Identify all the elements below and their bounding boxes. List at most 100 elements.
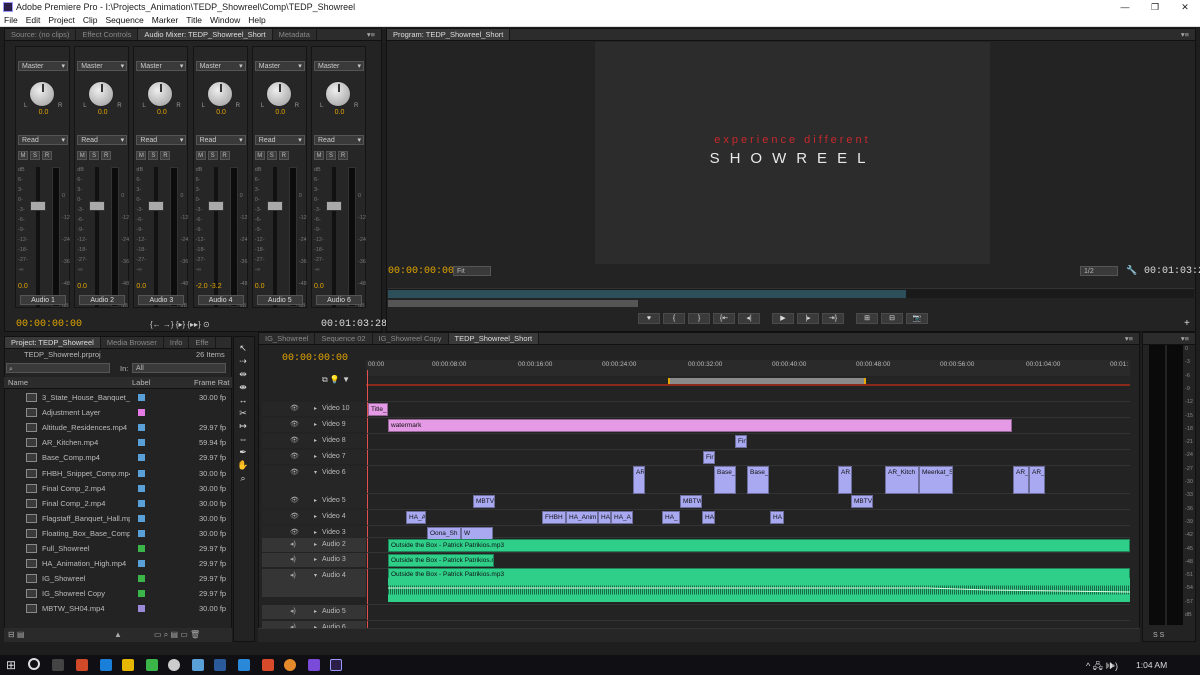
transport-button[interactable]: } [688, 313, 710, 324]
track-header[interactable]: 👁 ▸ Video 9 [262, 418, 366, 432]
hsr-button[interactable]: R [338, 151, 348, 160]
expand-icon[interactable]: ▾ [314, 569, 317, 583]
eye-icon[interactable]: ◂) [290, 538, 296, 552]
bin-label-swatch[interactable] [138, 484, 145, 492]
menu-window[interactable]: Window [210, 14, 240, 26]
hsr-button[interactable]: S [266, 151, 277, 160]
menu-marker[interactable]: Marker [152, 14, 178, 26]
hsr-button[interactable]: S [30, 151, 40, 160]
work-area-bar[interactable] [366, 377, 1130, 386]
menu-title[interactable]: Title [186, 14, 202, 26]
fit-dropdown[interactable]: Fit [453, 266, 491, 276]
automation-dropdown[interactable]: Read [314, 135, 364, 145]
tab-project[interactable]: Project: TEDP_Showreel [5, 337, 101, 348]
task-view-icon[interactable] [52, 659, 64, 671]
file-explorer-icon[interactable] [122, 659, 134, 671]
expand-icon[interactable]: ▸ [314, 434, 317, 448]
tab-source[interactable]: Source: (no clips) [5, 29, 77, 40]
transport-button[interactable]: ⊟ [881, 313, 903, 324]
bin-item[interactable]: Final Comp_2.mp4 30.00 fp [4, 496, 234, 511]
tab-effects[interactable]: Effe [189, 337, 216, 348]
hsr-button[interactable]: M [18, 151, 28, 160]
fader-handle[interactable] [207, 201, 224, 211]
menu-file[interactable]: File [4, 14, 18, 26]
list-view-icon[interactable]: ⊟ ▤ [8, 630, 24, 639]
pan-knob[interactable] [29, 81, 55, 107]
slide-tool-icon[interactable]: ⇔ [236, 433, 250, 445]
eye-icon[interactable]: 👁 [290, 466, 299, 480]
expand-icon[interactable]: ▸ [314, 418, 317, 432]
pan-knob[interactable] [147, 81, 174, 107]
edge-icon[interactable] [100, 659, 112, 671]
hsr-button[interactable]: R [278, 151, 289, 160]
eye-icon[interactable]: 👁 [290, 494, 299, 508]
track-header[interactable]: 👁 ▸ Video 5 [262, 494, 366, 508]
mixer-mode-dropdown[interactable]: Master [18, 61, 68, 71]
timeline-clip-ar-kitch[interactable]: AR_Kitch [885, 466, 919, 494]
bin-item[interactable]: Base_Comp.mp4 29.97 fp [4, 450, 234, 465]
timeline-clip-fir[interactable]: Fir [703, 451, 715, 464]
mixer-mode-dropdown[interactable]: Master [195, 61, 246, 71]
selection-tool-icon[interactable]: ↖ [236, 342, 250, 354]
zoom-tool-icon[interactable]: ⌕ [236, 472, 250, 484]
fader-handle[interactable] [89, 201, 106, 211]
volume-value[interactable]: 0.0 [136, 283, 146, 290]
track-header[interactable]: 👁 ▸ Video 7 [262, 450, 366, 464]
expand-icon[interactable]: ▸ [314, 402, 317, 416]
hsr-button[interactable]: M [314, 151, 324, 160]
track-header[interactable]: ◂) ▸ Audio 5 [262, 605, 366, 619]
minimize-button[interactable]: — [1110, 0, 1140, 14]
rolling-edit-tool-icon[interactable]: ⇼ [236, 381, 250, 393]
footer-icons[interactable]: ▭ ⌕ ▤ ▭ 🗑 [154, 628, 200, 642]
mixer-transport[interactable]: {← →} {▸} {▸▸} ⊙ [150, 320, 210, 329]
timeline-clip-ha3[interactable]: HA [770, 511, 784, 524]
track-header[interactable]: 👁 ▾ Video 6 [262, 466, 366, 494]
bin-label-swatch[interactable] [138, 439, 145, 447]
bin-item[interactable]: Floating_Box_Base_Comp_ 30.00 fp [4, 526, 234, 541]
automation-dropdown[interactable]: Read [136, 135, 187, 145]
hsr-button[interactable]: S [89, 151, 100, 160]
fader-handle[interactable] [148, 201, 165, 211]
bin-item[interactable]: Flagstaff_Banquet_Hall.mp 30.00 fp [4, 511, 234, 526]
timeline-clip-base1[interactable]: Base_ [714, 466, 736, 494]
tab-effect-controls[interactable]: Effect Controls [76, 29, 139, 40]
menu-edit[interactable]: Edit [26, 14, 41, 26]
pan-value[interactable]: 0.0 [194, 109, 249, 116]
track-select-tool-icon[interactable]: ⇢ [236, 355, 250, 367]
transport-button[interactable]: ◂| [738, 313, 760, 324]
pan-knob[interactable] [325, 81, 351, 107]
bin-label-swatch[interactable] [138, 514, 145, 522]
timeline-clip-ar[interactable]: AR [633, 466, 645, 494]
add-button-icon[interactable]: + [1184, 318, 1190, 329]
pan-value[interactable]: 0.0 [253, 109, 308, 116]
tab-tedp-showreel-short[interactable]: TEDP_Showreel_Short [448, 333, 540, 344]
transport-button[interactable]: ⊞ [856, 313, 878, 324]
volume-value[interactable]: 0.0 [18, 283, 28, 290]
app-icon-green[interactable] [146, 659, 158, 671]
hsr-button[interactable]: R [42, 151, 52, 160]
bin-item[interactable]: Full_Showreel 29.97 fp [4, 541, 234, 556]
pen-tool-icon[interactable]: ✒ [236, 446, 250, 458]
volume-value[interactable]: -2.0 -3.2 [196, 283, 222, 290]
eye-icon[interactable]: ◂) [290, 605, 296, 619]
pan-value[interactable]: 0.0 [75, 109, 130, 116]
volume-value[interactable]: 0.0 [255, 283, 265, 290]
ripple-edit-tool-icon[interactable]: ⇹ [236, 368, 250, 380]
meter-solo-buttons[interactable]: S S [1153, 632, 1164, 639]
expand-icon[interactable]: ▸ [314, 605, 317, 619]
timeline-clip-ar3[interactable]: AR_ [1013, 466, 1029, 494]
hsr-button[interactable]: M [77, 151, 88, 160]
close-button[interactable]: ✕ [1170, 0, 1200, 14]
pan-value[interactable]: 0.0 [16, 109, 71, 116]
zoom-slider-icon[interactable]: ▲ [114, 628, 122, 642]
timeline-clip-ha1[interactable]: HA [598, 511, 611, 524]
timeline-clip-meerkat[interactable]: Meerkat_S [919, 466, 953, 494]
app-icon-purple[interactable] [308, 659, 320, 671]
eye-icon[interactable]: 👁 [290, 418, 299, 432]
app-icon-darkblue[interactable] [214, 659, 226, 671]
timeline-clip-audio[interactable]: Outside the Box - Patrick Patrikios.mp3 [388, 554, 494, 567]
fader-handle[interactable] [30, 201, 46, 211]
bin-item[interactable]: AR_Kitchen.mp4 59.94 fp [4, 435, 234, 450]
hsr-button[interactable]: S [326, 151, 336, 160]
in-filter-dropdown[interactable]: All [132, 363, 226, 373]
